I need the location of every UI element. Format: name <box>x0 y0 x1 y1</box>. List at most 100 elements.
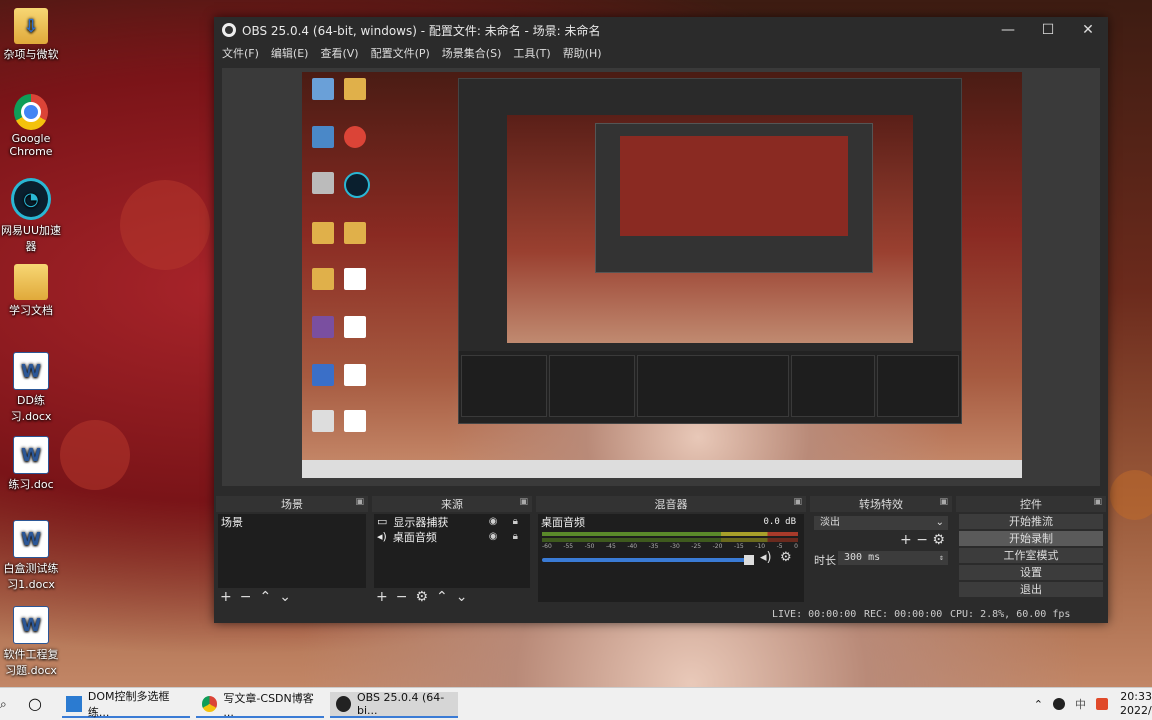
speaker-icon: ◂) <box>377 530 387 543</box>
scene-item[interactable]: 场景 <box>218 514 366 529</box>
nested-icon <box>344 364 366 386</box>
word-doc-icon: W <box>13 606 49 644</box>
nested-icon <box>344 316 366 338</box>
monitor-icon: ▭ <box>377 515 388 528</box>
remove-icon[interactable]: − <box>916 532 928 548</box>
scale-tick: -60 <box>542 543 552 550</box>
volume-slider[interactable] <box>542 558 754 562</box>
desktop-icon-uu[interactable]: ◔ 网易UU加速器 <box>0 178 62 254</box>
desktop-icon-chrome[interactable]: Google Chrome <box>0 94 62 158</box>
scale-tick: -55 <box>563 543 574 550</box>
settings-button[interactable]: 设置 <box>959 565 1103 580</box>
desktop-icon-label: DD练习.docx <box>10 394 52 423</box>
maximize-button[interactable]: ☐ <box>1028 22 1068 38</box>
volume-slider-handle[interactable] <box>744 555 754 565</box>
preview-canvas[interactable] <box>302 72 1022 478</box>
title-bar[interactable]: OBS 25.0.4 (64-bit, windows) - 配置文件: 未命名… <box>214 17 1108 43</box>
add-icon[interactable]: + <box>220 589 232 605</box>
desktop-icon-word[interactable]: W 白盒测试练习1.docx <box>0 520 62 592</box>
menu-help[interactable]: 帮助(H) <box>557 45 608 61</box>
system-tray: ⌃ 中 20:33 2022/1 <box>1034 688 1152 720</box>
task-view-icon[interactable]: ○ <box>28 694 42 713</box>
preview-area <box>222 68 1100 486</box>
sources-toolbar: + − ⚙ ⌃ ⌄ <box>376 588 468 606</box>
scale-tick: 0 <box>794 543 798 550</box>
spin-icon: ⇕ <box>939 553 944 562</box>
dock-header: 场景 ▣ <box>216 496 368 512</box>
desktop-icon-word[interactable]: W 软件工程复习题.docx <box>0 606 62 678</box>
speaker-icon[interactable]: ◂) <box>760 550 772 565</box>
duration-value: 300 ms <box>844 552 881 563</box>
remove-icon[interactable]: − <box>240 589 252 605</box>
nested-dock <box>637 355 789 417</box>
source-item[interactable]: ◂) 桌面音频 ◉ 🔒︎ <box>374 529 530 544</box>
sogou-icon[interactable] <box>1096 698 1108 710</box>
gear-icon[interactable]: ⚙ <box>932 532 945 548</box>
start-recording-button[interactable]: 开始录制 <box>959 531 1103 546</box>
menu-tools[interactable]: 工具(T) <box>507 45 556 61</box>
desktop-icon-folder[interactable]: ⇩ 杂项与微软 <box>0 8 62 62</box>
visibility-lock-icons[interactable]: ◉ 🔒︎ <box>489 516 524 527</box>
gear-icon[interactable]: ⚙ <box>415 589 428 605</box>
visibility-lock-icons[interactable]: ◉ 🔒︎ <box>489 531 524 542</box>
transitions-title: 转场特效 <box>859 498 903 511</box>
taskbar-app-obs[interactable]: OBS 25.0.4 (64-bi... <box>330 691 458 718</box>
menu-scene-collection[interactable]: 场景集合(S) <box>436 45 508 61</box>
desktop-icon-word[interactable]: W 练习.doc <box>0 436 62 492</box>
obs-icon <box>222 23 236 37</box>
undock-icon[interactable]: ▣ <box>939 497 948 507</box>
minimize-button[interactable]: — <box>988 22 1028 38</box>
close-button[interactable]: ✕ <box>1068 22 1108 38</box>
desktop-icon-word[interactable]: W DD练习.docx <box>0 352 62 424</box>
undock-icon[interactable]: ▣ <box>355 497 364 507</box>
undock-icon[interactable]: ▣ <box>793 497 802 507</box>
source-item[interactable]: ▭ 显示器捕获 ◉ 🔒︎ <box>374 514 530 529</box>
add-icon[interactable]: + <box>376 589 388 605</box>
exit-button[interactable]: 退出 <box>959 582 1103 597</box>
move-down-icon[interactable]: ⌄ <box>456 589 468 605</box>
menu-profile[interactable]: 配置文件(P) <box>365 45 436 61</box>
nested-icon <box>344 78 366 100</box>
studio-mode-button[interactable]: 工作室模式 <box>959 548 1103 563</box>
nested-screen <box>620 136 848 236</box>
desktop-icon-label: 软件工程复习题.docx <box>3 648 59 677</box>
add-icon[interactable]: + <box>900 532 912 548</box>
chrome-icon <box>14 94 48 130</box>
transition-select[interactable]: 淡出 ⌄ <box>814 516 948 530</box>
remove-icon[interactable]: − <box>396 589 408 605</box>
nested-obs-preview <box>458 78 962 424</box>
menu-edit[interactable]: 编辑(E) <box>265 45 315 61</box>
obs-tray-icon[interactable] <box>1053 698 1065 710</box>
clock[interactable]: 20:33 2022/1 <box>1120 690 1152 718</box>
duration-spinbox[interactable]: 300 ms ⇕ <box>838 551 948 565</box>
nested-obs-preview <box>595 123 873 273</box>
menu-file[interactable]: 文件(F) <box>216 45 265 61</box>
move-down-icon[interactable]: ⌄ <box>279 589 291 605</box>
search-icon[interactable]: ⌕ <box>0 697 7 712</box>
rec-status: REC: 00:00:00 <box>864 609 943 620</box>
desktop-icon-label: Google Chrome <box>9 132 53 158</box>
nested-icon <box>344 172 370 198</box>
undock-icon[interactable]: ▣ <box>519 497 528 507</box>
scale-tick: -35 <box>648 543 659 550</box>
scenes-title: 场景 <box>281 498 303 511</box>
menu-bar: 文件(F) 编辑(E) 查看(V) 配置文件(P) 场景集合(S) 工具(T) … <box>214 43 1108 63</box>
live-status: LIVE: 00:00:00 <box>772 609 857 620</box>
desktop-icon-folder[interactable]: 学习文档 <box>0 264 62 318</box>
nested-dock <box>877 355 959 417</box>
start-streaming-button[interactable]: 开始推流 <box>959 514 1103 529</box>
status-bar: LIVE: 00:00:00 REC: 00:00:00 CPU: 2.8%, … <box>214 607 1108 623</box>
nested-icon <box>312 222 334 244</box>
move-up-icon[interactable]: ⌃ <box>436 589 448 605</box>
scale-tick: -45 <box>605 543 616 550</box>
chevron-up-icon[interactable]: ⌃ <box>1034 698 1043 711</box>
ime-indicator[interactable]: 中 <box>1075 696 1086 712</box>
duration-label: 时长 <box>814 554 836 567</box>
nested-icon <box>312 268 334 290</box>
move-up-icon[interactable]: ⌃ <box>259 589 271 605</box>
menu-view[interactable]: 查看(V) <box>314 45 364 61</box>
taskbar-app-chrome[interactable]: 写文章-CSDN博客 ... <box>196 692 324 719</box>
undock-icon[interactable]: ▣ <box>1093 497 1102 507</box>
taskbar-app-vscode[interactable]: DOM控制多选框练... <box>62 690 190 719</box>
gear-icon[interactable]: ⚙ <box>780 550 792 565</box>
